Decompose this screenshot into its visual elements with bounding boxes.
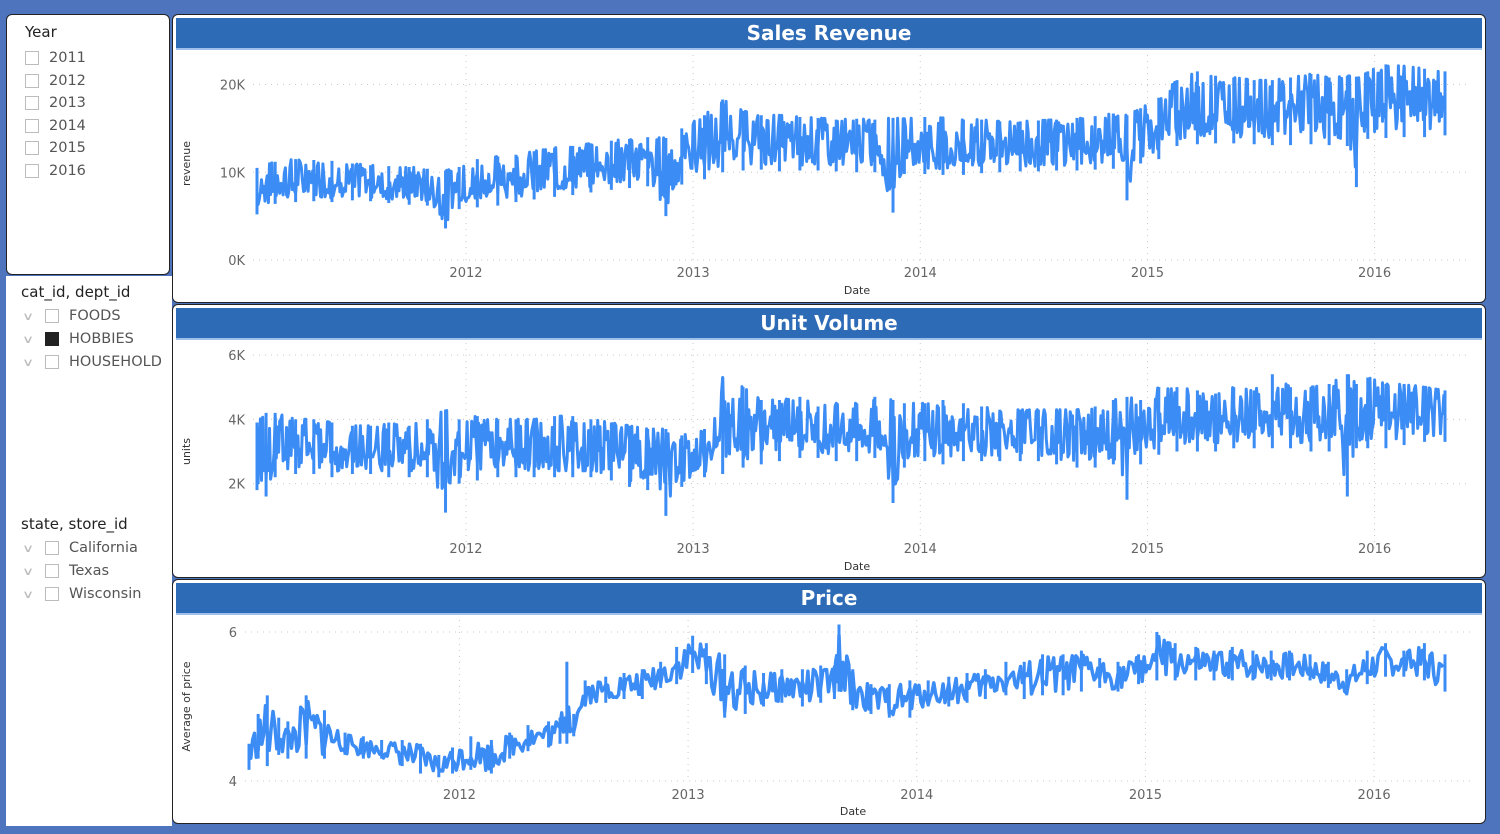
price-panel: Price 4 6 2012 2013 2014 2015 2016 Date Average … (172, 579, 1486, 824)
y-tick-label: 0K (228, 254, 245, 269)
slicer-item-2014[interactable]: 2014 (25, 118, 86, 134)
y-tick-label: 6K (228, 349, 245, 364)
x-tick-label: 2015 (1131, 266, 1164, 281)
slicer-item-2016[interactable]: 2016 (25, 163, 86, 179)
y-axis-title: revenue (180, 141, 193, 186)
x-tick-label: 2012 (449, 542, 482, 557)
slicer-item-label: HOBBIES (69, 331, 134, 347)
x-tick-label: 2016 (1358, 266, 1391, 281)
y-tick-label: 20K (220, 79, 246, 94)
slicer-item-california[interactable]: ∨ California (21, 540, 138, 556)
slicer-item-texas[interactable]: ∨ Texas (21, 563, 109, 579)
checkbox[interactable] (45, 332, 59, 346)
x-tick-label: 2016 (1358, 788, 1391, 803)
slicer-item-hobbies[interactable]: ∨ HOBBIES (21, 331, 134, 347)
x-tick-label: 2013 (677, 542, 710, 557)
checkbox[interactable] (25, 164, 39, 178)
y-tick-label: 6 (229, 626, 237, 641)
chevron-down-icon[interactable]: ∨ (18, 565, 39, 578)
y-axis-title: units (180, 438, 193, 465)
checkbox[interactable] (45, 541, 59, 555)
slicer-item-label: 2013 (49, 95, 86, 112)
price-series-line (247, 633, 1445, 773)
slicer-item-label: Wisconsin (69, 586, 142, 602)
checkbox[interactable] (25, 141, 39, 156)
state-slicer-title: state, store_id (21, 515, 128, 533)
x-tick-label: 2014 (904, 542, 937, 557)
slicer-item-label: FOODS (69, 308, 121, 324)
x-tick-label: 2012 (443, 788, 476, 803)
slicer-item-label: 2016 (49, 163, 86, 179)
checkbox[interactable] (25, 96, 39, 111)
y-tick-label: 10K (220, 166, 246, 181)
revenue-series-line (255, 64, 1446, 222)
chevron-down-icon[interactable]: ∨ (18, 333, 39, 346)
checkbox[interactable] (25, 73, 39, 88)
x-axis-title: Date (844, 284, 871, 297)
checkbox[interactable] (45, 355, 59, 369)
y-axis-title: Average of price (180, 661, 193, 751)
slicer-item-label: HOUSEHOLD (69, 354, 162, 370)
chevron-down-icon[interactable]: ∨ (18, 588, 39, 601)
checkbox[interactable] (45, 587, 59, 601)
year-slicer: Year 2011 2012 2013 2014 2015 2016 (6, 14, 170, 275)
x-tick-label: 2015 (1131, 542, 1164, 557)
slicer-item-label: 2015 (49, 140, 86, 157)
x-tick-label: 2014 (904, 266, 937, 281)
checkbox[interactable] (25, 118, 39, 133)
y-tick-label: 4 (229, 775, 237, 790)
slicer-item-label: Texas (69, 563, 110, 579)
checkbox[interactable] (45, 309, 59, 323)
units-series-line (255, 374, 1446, 498)
filter-panel: cat_id, dept_id ∨ FOODS ∨ HOBBIES ∨ HOUSEHOLD… (6, 276, 172, 826)
x-tick-label: 2012 (449, 266, 482, 281)
category-slicer-title: cat_id, dept_id (21, 283, 131, 301)
price-chart[interactable]: 4 6 2012 2013 2014 2015 2016 Date Average of pri… (173, 580, 1485, 823)
y-tick-label: 4K (228, 413, 245, 428)
sales-revenue-chart[interactable]: 0K 10K 20K 2012 2013 2014 2015 2016 Date revenue (173, 15, 1485, 302)
x-axis-title: Date (840, 805, 867, 818)
x-tick-label: 2015 (1129, 788, 1162, 803)
sales-revenue-panel: Sales Revenue 0K 10K 20K 2012 2013 2014 2015 20… (172, 14, 1486, 303)
x-tick-label: 2016 (1358, 542, 1391, 557)
checkbox[interactable] (45, 564, 59, 578)
slicer-item-wisconsin[interactable]: ∨ Wisconsin (21, 586, 141, 602)
x-axis-title: Date (844, 560, 871, 573)
slicer-item-label: 2014 (49, 117, 86, 134)
slicer-item-2013[interactable]: 2013 (25, 95, 86, 111)
unit-volume-panel: Unit Volume 2K 4K 6K 2012 2013 2014 2015 2016 Da… (172, 304, 1486, 578)
y-tick-label: 2K (228, 478, 245, 493)
slicer-item-2012[interactable]: 2012 (25, 73, 86, 89)
slicer-item-label: California (69, 540, 138, 556)
slicer-item-label: 2011 (49, 50, 86, 66)
x-tick-label: 2014 (900, 788, 933, 803)
year-slicer-title: Year (25, 23, 57, 41)
slicer-item-label: 2012 (49, 72, 86, 89)
x-tick-label: 2013 (672, 788, 705, 803)
unit-volume-chart[interactable]: 2K 4K 6K 2012 2013 2014 2015 2016 Date units (173, 305, 1485, 577)
chevron-down-icon[interactable]: ∨ (18, 310, 39, 323)
slicer-item-2015[interactable]: 2015 (25, 140, 86, 156)
slicer-item-2011[interactable]: 2011 (25, 50, 86, 66)
slicer-item-foods[interactable]: ∨ FOODS (21, 308, 121, 324)
chevron-down-icon[interactable]: ∨ (18, 542, 39, 555)
chevron-down-icon[interactable]: ∨ (18, 356, 39, 369)
slicer-item-household[interactable]: ∨ HOUSEHOLD (21, 354, 162, 370)
x-tick-label: 2013 (677, 266, 710, 281)
checkbox[interactable] (25, 51, 39, 65)
